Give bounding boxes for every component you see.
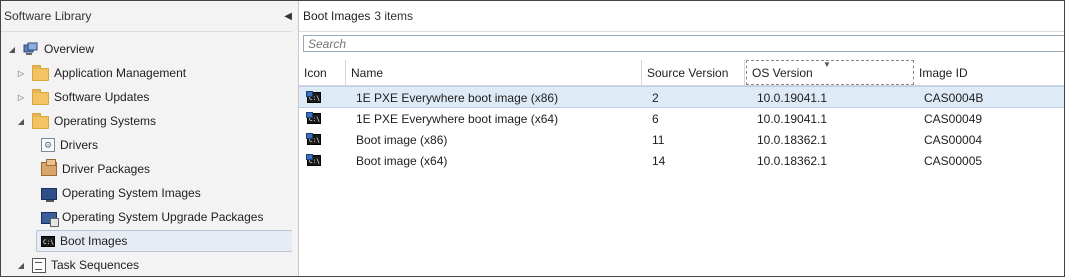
expand-arrow-icon[interactable]: ◢ xyxy=(16,261,26,270)
tree-node-label: Software Updates xyxy=(54,90,150,104)
column-header-label: OS Version xyxy=(752,65,813,80)
content-header: Boot Images 3 items xyxy=(299,1,1064,32)
os-version-cell: 10.0.19041.1 xyxy=(757,111,828,126)
source-version-cell: 6 xyxy=(652,111,659,126)
row-icon-cell: C:\ xyxy=(306,108,321,129)
table-row[interactable]: C:\ Boot image (x64) 14 10.0.18362.1 CAS… xyxy=(299,150,1064,171)
boot-image-icon: C:\ xyxy=(306,154,321,166)
tree-node-overview[interactable]: ◢ Overview xyxy=(7,38,94,60)
os-version-cell: 10.0.18362.1 xyxy=(757,132,828,147)
column-header-source-version[interactable]: Source Version xyxy=(642,60,745,85)
boot-image-icon: C:\ xyxy=(306,91,321,103)
image-id-cell: CAS0004B xyxy=(924,90,984,105)
image-id-cell: CAS00005 xyxy=(924,153,983,168)
tree-node-driver-packages[interactable]: Driver Packages xyxy=(41,158,150,180)
tree-node-boot-images[interactable]: C:\ Boot Images xyxy=(36,230,295,252)
boot-image-icon: C:\ xyxy=(306,133,321,145)
console-window: Software Library ◀ ◢ Overview ▷ Applicat… xyxy=(0,0,1065,277)
sort-descending-icon: ▼ xyxy=(823,60,831,69)
folder-icon xyxy=(32,64,49,81)
tree-node-operating-systems[interactable]: ◢ Operating Systems xyxy=(16,110,156,132)
task-sequence-icon xyxy=(32,257,46,273)
row-icon-cell: C:\ xyxy=(306,129,321,150)
image-id-cell: CAS00049 xyxy=(924,111,983,126)
tree-node-label: Task Sequences xyxy=(51,258,140,272)
expand-arrow-icon[interactable]: ◢ xyxy=(16,117,26,126)
driver-icon: ⚙ xyxy=(41,138,55,152)
source-version-cell: 2 xyxy=(652,90,659,105)
tree-node-operating-system-images[interactable]: Operating System Images xyxy=(41,182,201,204)
table-row[interactable]: C:\ Boot image (x86) 11 10.0.18362.1 CAS… xyxy=(299,129,1064,150)
expand-arrow-icon[interactable]: ▷ xyxy=(16,69,26,78)
source-version-cell: 11 xyxy=(652,132,665,147)
collapse-pane-icon[interactable]: ◀ xyxy=(284,11,292,22)
image-id-cell: CAS00004 xyxy=(924,132,983,147)
tree-node-application-management[interactable]: ▷ Application Management xyxy=(16,62,186,84)
navigation-pane: Software Library ◀ ◢ Overview ▷ Applicat… xyxy=(1,1,299,276)
tree-node-label: Application Management xyxy=(54,66,187,80)
name-cell: 1E PXE Everywhere boot image (x64) xyxy=(356,111,559,126)
navigation-pane-header: Software Library ◀ xyxy=(1,1,298,32)
package-icon xyxy=(41,159,57,176)
source-version-cell: 14 xyxy=(652,153,666,168)
grid-header: Icon Name Source Version ▼ OS Version Im… xyxy=(299,60,1064,86)
tree-node-drivers[interactable]: ⚙ Drivers xyxy=(41,134,98,156)
column-header-os-version[interactable]: ▼ OS Version xyxy=(746,60,914,85)
search-input[interactable] xyxy=(303,35,1064,52)
os-version-cell: 10.0.19041.1 xyxy=(757,90,828,105)
folder-icon xyxy=(32,112,49,129)
tree-node-label: Operating System Images xyxy=(62,186,201,200)
expand-arrow-icon[interactable]: ◢ xyxy=(7,45,17,54)
content-title: Boot Images xyxy=(303,9,371,23)
folder-icon xyxy=(32,88,49,105)
os-version-cell: 10.0.18362.1 xyxy=(757,153,828,168)
tree-node-label: Operating Systems xyxy=(54,114,157,128)
name-cell: Boot image (x86) xyxy=(356,132,448,147)
column-header-image-id[interactable]: Image ID xyxy=(914,60,1064,85)
item-count: 3 items xyxy=(374,9,414,23)
table-row[interactable]: C:\ 1E PXE Everywhere boot image (x64) 6… xyxy=(299,108,1064,129)
tree-node-operating-system-upgrade-packages[interactable]: Operating System Upgrade Packages xyxy=(41,206,263,228)
tree-node-label: Boot Images xyxy=(60,234,128,248)
row-icon-cell: C:\ xyxy=(306,150,321,171)
overview-icon xyxy=(23,42,39,56)
tree-node-label: Drivers xyxy=(60,138,98,152)
tree-node-label: Overview xyxy=(44,42,95,56)
expand-arrow-icon[interactable]: ▷ xyxy=(16,93,26,102)
results-grid: Icon Name Source Version ▼ OS Version Im… xyxy=(299,60,1064,171)
navigation-scrollbar[interactable] xyxy=(292,31,298,276)
workspace-title: Software Library xyxy=(4,9,92,23)
os-image-icon xyxy=(41,187,57,202)
tree-node-task-sequences[interactable]: ◢ Task Sequences xyxy=(16,254,139,276)
row-icon-cell: C:\ xyxy=(306,87,321,108)
boot-image-icon: C:\ xyxy=(306,112,321,124)
column-header-name[interactable]: Name xyxy=(346,60,642,85)
os-upgrade-package-icon xyxy=(41,211,59,227)
name-cell: Boot image (x64) xyxy=(356,153,448,168)
content-pane: Boot Images 3 items Icon Name Source Ver… xyxy=(299,1,1064,276)
column-header-icon[interactable]: Icon xyxy=(299,60,346,85)
tree-node-label: Driver Packages xyxy=(62,162,151,176)
name-cell: 1E PXE Everywhere boot image (x86) xyxy=(356,90,559,105)
tree-node-software-updates[interactable]: ▷ Software Updates xyxy=(16,86,149,108)
table-row[interactable]: C:\ 1E PXE Everywhere boot image (x86) 2… xyxy=(299,86,1064,108)
boot-image-icon: C:\ xyxy=(41,235,55,247)
tree-node-label: Operating System Upgrade Packages xyxy=(62,210,264,224)
